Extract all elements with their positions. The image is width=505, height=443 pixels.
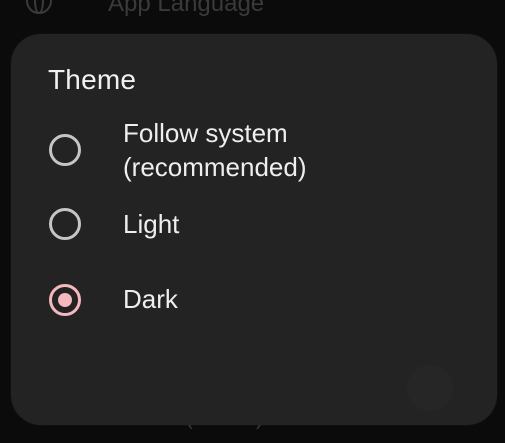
option-label: Follow system (recommended): [123, 118, 307, 182]
theme-option-follow-system[interactable]: Follow system (recommended): [11, 114, 497, 186]
background-fab-shadow: [407, 365, 453, 411]
screen: App Language 2023 (Default) Theme Follow…: [0, 0, 505, 443]
background-setting-app-language: App Language: [0, 0, 505, 17]
globe-icon: [26, 0, 52, 14]
theme-option-dark[interactable]: Dark: [11, 274, 497, 324]
background-setting-label: App Language: [108, 0, 265, 17]
dialog-title: Theme: [48, 64, 137, 95]
theme-dialog: Theme Follow system (recommended) Light …: [11, 34, 497, 425]
radio-button-selected[interactable]: [49, 284, 81, 316]
radio-button[interactable]: [49, 134, 81, 166]
theme-option-light[interactable]: Light: [11, 199, 497, 249]
option-label: Dark: [123, 284, 178, 314]
option-label: Light: [123, 209, 180, 239]
radio-button[interactable]: [49, 208, 81, 240]
